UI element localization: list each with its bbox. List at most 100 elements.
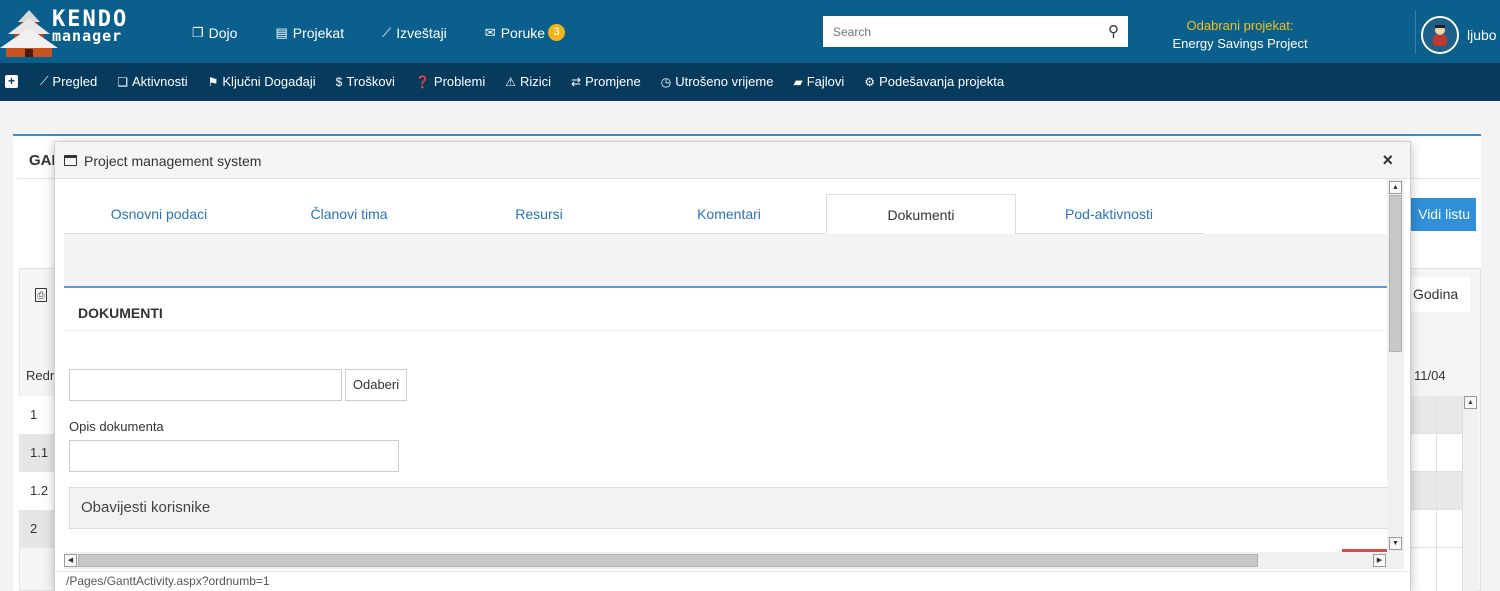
selected-project-label: Odabrani projekat: [1186, 18, 1294, 33]
nav-projekat[interactable]: ▤ Projekat [275, 25, 344, 41]
tab-resursi[interactable]: Resursi [444, 194, 634, 234]
tab-komentari[interactable]: Komentari [634, 194, 824, 234]
user-name[interactable]: ljubo [1467, 27, 1497, 43]
table-row[interactable]: 2 [19, 510, 55, 548]
dollar-icon: $ [335, 74, 343, 89]
timeline-divider [1436, 396, 1437, 591]
search-input[interactable] [823, 16, 1093, 47]
menu-troskovi[interactable]: $ Troškovi [336, 74, 395, 89]
dialog-header: Project management system × [55, 142, 1410, 179]
top-divider [1415, 10, 1416, 54]
background-page-title: GAI [29, 152, 56, 169]
tab-osnovni-podaci[interactable]: Osnovni podaci [64, 194, 254, 234]
opis-dokumenta-field[interactable] [69, 440, 399, 472]
tab-dokumenti[interactable]: Dokumenti [826, 194, 1016, 235]
scroll-down-icon[interactable]: ▼ [1389, 537, 1402, 550]
menu-label: Pregled [52, 74, 98, 89]
status-url: /Pages/GanttActivity.aspx?ordnumb=1 [55, 571, 1410, 591]
pagoda-logo-icon [0, 10, 58, 57]
top-nav: ❐ Dojo ▤ Projekat ⟋ Izveštaji ✉ Poruke 3 [192, 24, 603, 41]
menu-podesavanja[interactable]: ⚙ Podešavanja projekta [864, 74, 1004, 89]
nav-izvestaji-label: Izveštaji [396, 24, 447, 41]
menu-utroseno-vrijeme[interactable]: ◷ Utrošeno vrijeme [661, 74, 774, 89]
menu-label: Promjene [585, 74, 641, 89]
dialog-vertical-scrollbar[interactable]: ▲ ▼ [1387, 179, 1404, 552]
messages-count-badge: 3 [548, 24, 566, 41]
notify-users-panel[interactable]: Obavijesti korisnike [69, 487, 1389, 529]
nav-izvestaji[interactable]: ⟋ Izveštaji [382, 25, 447, 41]
dialog-content: Osnovni podaci Članovi tima Resursi Kome… [55, 179, 1410, 571]
top-bar: KENDO manager ❐ Dojo ▤ Projekat ⟋ Izvešt… [0, 0, 1500, 63]
godina-view-button[interactable]: Godina [1405, 277, 1470, 312]
menu-label: Aktivnosti [131, 74, 188, 89]
copy-icon: ❐ [192, 24, 204, 40]
add-icon[interactable]: + [5, 75, 18, 88]
menu-problemi[interactable]: ❓ Problemi [415, 74, 485, 89]
logo-line-1: KENDO [52, 7, 129, 32]
scroll-up-icon[interactable]: ▲ [1464, 396, 1477, 409]
user-avatar-icon [1423, 18, 1457, 52]
scrollbar-thumb[interactable] [1389, 195, 1402, 352]
scroll-up-icon[interactable]: ▲ [1389, 181, 1402, 194]
dialog-horizontal-scrollbar[interactable]: ◀ ▶ [64, 552, 1387, 569]
scrollbar-thumb[interactable] [78, 554, 1258, 567]
document-icon: ▤ [275, 24, 288, 40]
menu-fajlovi[interactable]: ▰ Fajlovi [793, 74, 844, 89]
menu-label: Podešavanja projekta [879, 74, 1005, 89]
warning-icon: ⚠ [505, 74, 516, 89]
table-row[interactable]: 1.2 [19, 472, 55, 510]
choose-file-button[interactable]: Odaberi [345, 369, 407, 401]
menu-label: Ključni Događaji [222, 74, 316, 89]
grid-scrollbar[interactable]: ▲ [1462, 396, 1477, 591]
activity-dialog: Project management system × Osnovni poda… [54, 141, 1411, 591]
menu-pregled[interactable]: ⟋ Pregled [40, 74, 97, 89]
pdf-export-icon[interactable]: ⎙ [35, 288, 47, 302]
nav-poruke[interactable]: ✉ Poruke 3 [485, 24, 566, 41]
tab-content-header [64, 234, 1388, 286]
question-icon: ❓ [414, 74, 430, 89]
dialog-tabs: Osnovni podaci Članovi tima Resursi Kome… [64, 194, 1204, 235]
project-menu: ⟋ Pregled ❏ Aktivnosti ⚑ Ključni Događaji $… [40, 74, 1024, 89]
folder-icon: ▰ [793, 74, 803, 89]
selected-project-name[interactable]: Energy Savings Project [1140, 35, 1340, 53]
avatar[interactable] [1421, 16, 1459, 54]
column-header-date: 11/04 [1414, 368, 1446, 383]
menu-aktivnosti[interactable]: ❏ Aktivnosti [117, 74, 187, 89]
close-icon[interactable]: × [1382, 150, 1393, 171]
nav-projekat-label: Projekat [292, 24, 345, 41]
flag-icon: ⚑ [207, 74, 219, 89]
menu-promjene[interactable]: ⇄ Promjene [571, 74, 641, 89]
dialog-title: Project management system [84, 153, 262, 169]
nav-dojo-label: Dojo [208, 24, 238, 41]
exchange-icon: ⇄ [571, 74, 582, 89]
menu-label: Troškovi [346, 74, 395, 89]
search-box: ⚲ [823, 16, 1128, 47]
table-row[interactable]: 1.1 [19, 434, 55, 472]
table-row[interactable]: 1 [19, 396, 55, 434]
tab-clanovi-tima[interactable]: Članovi tima [254, 194, 444, 234]
file-path-field[interactable] [69, 369, 342, 401]
window-icon [64, 155, 77, 166]
vidi-listu-button[interactable]: Vidi listu [1402, 198, 1476, 231]
menu-label: Utrošeno vrijeme [675, 74, 774, 89]
divider [64, 330, 1388, 331]
opis-dokumenta-label: Opis dokumenta [69, 419, 164, 434]
column-header-redni: Redn [26, 368, 58, 383]
line-chart-icon: ⟋ [382, 24, 392, 40]
app-logo[interactable]: KENDO manager [0, 4, 145, 59]
nav-poruke-label: Poruke [500, 24, 546, 41]
menu-kljucni-dogadjaji[interactable]: ⚑ Ključni Događaji [208, 74, 316, 89]
nav-dojo[interactable]: ❐ Dojo [192, 25, 237, 41]
timeline-cells [1410, 396, 1462, 591]
cogs-icon: ⚙ [864, 74, 876, 89]
project-menu-bar: + ⟋ Pregled ❏ Aktivnosti ⚑ Ključni Događaji… [0, 63, 1500, 101]
line-chart-icon: ⟋ [40, 74, 49, 88]
menu-label: Fajlovi [806, 74, 845, 89]
logo-text: KENDO manager [52, 7, 129, 45]
scroll-right-icon[interactable]: ▶ [1373, 554, 1386, 567]
scroll-left-icon[interactable]: ◀ [64, 554, 77, 567]
clock-icon: ◷ [660, 74, 672, 89]
search-icon[interactable]: ⚲ [1108, 22, 1119, 40]
tab-pod-aktivnosti[interactable]: Pod-aktivnosti [1014, 194, 1204, 234]
menu-rizici[interactable]: ⚠ Rizici [505, 74, 551, 89]
